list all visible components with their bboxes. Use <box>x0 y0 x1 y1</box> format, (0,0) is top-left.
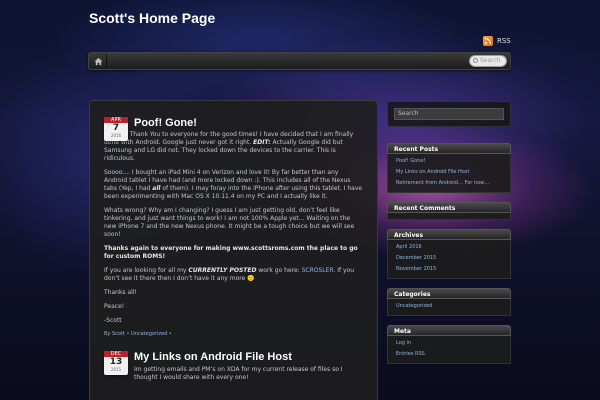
author-link[interactable]: Scott <box>112 331 125 337</box>
widget-body: April 2016 December 2015 November 2015 <box>387 240 511 279</box>
date-badge: DEC 13 2015 <box>104 351 128 375</box>
category-link[interactable]: Uncategorized <box>131 331 167 337</box>
widget-body <box>387 213 511 220</box>
widget-title: Meta <box>387 325 511 336</box>
meta-widget: Meta Log in Entries RSS <box>387 325 511 364</box>
archives-widget: Archives April 2016 December 2015 Novemb… <box>387 229 511 279</box>
post-signature: -Scott <box>104 317 122 324</box>
archive-link[interactable]: November 2015 <box>396 264 502 275</box>
sidebar: Search Recent Posts Poof! Gone! My Links… <box>387 101 511 373</box>
post-text: Peace! <box>104 303 125 310</box>
search-input[interactable]: Search <box>469 55 507 67</box>
recent-posts-widget: Recent Posts Poof! Gone! My Links on And… <box>387 143 511 193</box>
post: APR 7 2016 Poof! Gone! I’m out! Thank Yo… <box>104 117 363 337</box>
post-body: Im getting emails and PM’s on XDA for my… <box>134 366 363 382</box>
sidebar-search-widget: Search <box>387 101 511 127</box>
entries-rss-link[interactable]: Entries RSS <box>396 349 502 360</box>
post-text-posted: CURRENTLY POSTED <box>188 267 257 274</box>
post-meta: By Scott • Uncategorized • <box>104 331 363 337</box>
category-link[interactable]: Uncategorized <box>396 301 502 312</box>
recent-post-link[interactable]: Retirement from Android… For now… <box>396 178 502 189</box>
date-year: 2015 <box>110 367 122 372</box>
sidebar-search-input[interactable]: Search <box>394 108 504 120</box>
login-link[interactable]: Log in <box>396 338 502 349</box>
post: DEC 13 2015 My Links on Android File Hos… <box>104 351 363 382</box>
widget-body: Uncategorized <box>387 299 511 316</box>
post-text: Thanks all! <box>104 289 137 296</box>
post-body: I’m out! Thank You to everyone for the g… <box>104 131 363 337</box>
recent-post-link[interactable]: My Links on Android File Host <box>396 167 502 178</box>
widget-title: Recent Posts <box>387 143 511 154</box>
rss-icon <box>483 36 493 46</box>
widget-body: Log in Entries RSS <box>387 336 511 364</box>
widget-title: Archives <box>387 229 511 240</box>
date-day: 13 <box>109 357 123 367</box>
home-icon <box>94 57 103 65</box>
widget-title: Recent Comments <box>387 202 511 213</box>
date-badge: APR 7 2016 <box>104 117 128 141</box>
recent-comments-widget: Recent Comments <box>387 202 511 220</box>
navigation-bar: Search <box>88 52 511 70</box>
recent-post-link[interactable]: Poof! Gone! <box>396 156 502 167</box>
rss-label: RSS <box>497 37 511 45</box>
post-text-bold: Thanks again to everyone for making www.… <box>104 245 358 260</box>
archive-link[interactable]: April 2016 <box>396 242 502 253</box>
post-title[interactable]: My Links on Android File Host <box>134 351 363 363</box>
post-excerpt: Im getting emails and PM’s on XDA for my… <box>134 366 343 381</box>
date-year: 2016 <box>110 133 122 138</box>
meta-by: By <box>104 331 112 337</box>
date-day: 7 <box>112 123 120 133</box>
post-text: If you are looking for all my <box>104 267 189 274</box>
home-button[interactable] <box>91 54 107 68</box>
categories-widget: Categories Uncategorized <box>387 288 511 316</box>
search-icon <box>473 58 478 63</box>
main-content: APR 7 2016 Poof! Gone! I’m out! Thank Yo… <box>89 100 378 400</box>
scrosler-link[interactable]: SCROSLER <box>302 267 334 274</box>
post-title[interactable]: Poof! Gone! <box>134 117 363 129</box>
search-placeholder: Search <box>480 57 501 64</box>
widget-body: Poof! Gone! My Links on Android File Hos… <box>387 154 511 193</box>
post-text-edit: EDIT: <box>253 139 271 146</box>
rss-link[interactable]: RSS <box>483 36 511 46</box>
post-text: Whats wrong? Why am I changing? I guess … <box>104 207 355 238</box>
site-title[interactable]: Scott's Home Page <box>89 10 215 26</box>
post-text: work go here: <box>256 267 302 274</box>
archive-link[interactable]: December 2015 <box>396 253 502 264</box>
meta-separator: • <box>167 331 172 337</box>
widget-title: Categories <box>387 288 511 299</box>
